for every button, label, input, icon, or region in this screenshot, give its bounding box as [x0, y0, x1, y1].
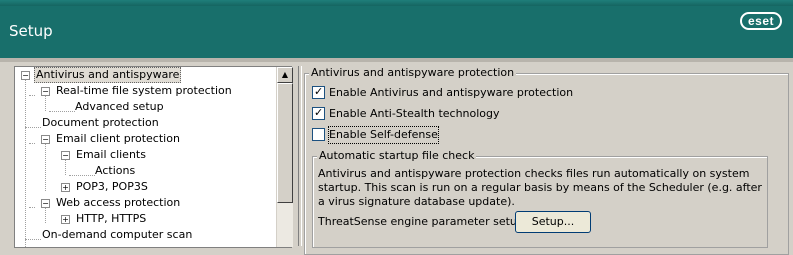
tree-item-label: Document protection	[42, 116, 159, 129]
collapse-icon[interactable]: −	[41, 135, 50, 144]
header-top-strip	[0, 0, 793, 6]
option-label: Enable Self-defense	[328, 126, 439, 144]
eset-logo: eset	[740, 12, 782, 30]
tree-item-actions[interactable]: Actions	[15, 163, 275, 179]
tree-item-label: Web access protection	[56, 196, 181, 209]
tree-item-pop3[interactable]: + POP3, POP3S	[15, 179, 275, 195]
scroll-thumb[interactable]	[277, 83, 293, 203]
tree-item-document-protection[interactable]: Document protection	[15, 115, 275, 131]
tree-item-on-demand-scan[interactable]: On-demand computer scan	[15, 227, 275, 243]
tree-item-email-clients[interactable]: − Email clients	[15, 147, 275, 163]
collapse-icon[interactable]: −	[61, 151, 70, 160]
tree-item-label: On-demand computer scan	[42, 228, 193, 241]
tree-item-web-access-protection[interactable]: − Web access protection	[15, 195, 275, 211]
scroll-up-icon[interactable]: ▲	[277, 67, 293, 83]
threatsense-label: ThreatSense engine parameter setup:	[318, 215, 528, 228]
panel-divider	[298, 66, 302, 246]
page-title: Setup	[9, 22, 53, 40]
startup-description: Antivirus and antispyware protection che…	[318, 167, 762, 208]
tree-item-advanced-setup[interactable]: Advanced setup	[15, 99, 275, 115]
tree-item-label: Real-time file system protection	[56, 84, 232, 97]
expand-icon[interactable]: +	[61, 183, 70, 192]
tree-item-label: Actions	[95, 164, 136, 177]
tree-item-antivirus[interactable]: − Antivirus and antispyware	[15, 67, 275, 83]
expand-icon[interactable]: +	[61, 215, 70, 224]
tree-item-label: Email client protection	[56, 132, 180, 145]
tree-item-label: Advanced setup	[75, 100, 164, 113]
enable-self-defense-checkbox[interactable]	[312, 128, 325, 141]
app-header: Setup eset	[0, 0, 793, 58]
tree-item-label: HTTP, HTTPS	[76, 212, 147, 225]
option-label: Enable Anti-Stealth technology	[329, 107, 500, 120]
tree-item-label: Antivirus and antispyware	[34, 67, 182, 83]
enable-anti-stealth-checkbox[interactable]: ✓	[312, 106, 325, 120]
option-label: Enable Antivirus and antispyware protect…	[329, 86, 574, 99]
header-divider	[0, 58, 793, 62]
group-title: Automatic startup file check	[317, 149, 477, 162]
tree-item-realtime-protection[interactable]: − Real-time file system protection	[15, 83, 275, 99]
tree-item-http[interactable]: + HTTP, HTTPS	[15, 211, 275, 227]
settings-tree[interactable]: − Antivirus and antispyware − Real-time …	[14, 66, 293, 248]
tree-item-label: POP3, POP3S	[76, 180, 148, 193]
collapse-icon[interactable]: −	[21, 71, 30, 80]
collapse-icon[interactable]: −	[41, 199, 50, 208]
enable-antivirus-checkbox[interactable]: ✓	[312, 85, 325, 99]
tree-item-email-client-protection[interactable]: − Email client protection	[15, 131, 275, 147]
tree-item-label: Email clients	[76, 148, 146, 161]
group-title: Antivirus and antispyware protection	[309, 66, 517, 79]
setup-button[interactable]: Setup...	[515, 211, 591, 233]
tree-scrollbar[interactable]: ▲	[276, 67, 293, 247]
collapse-icon[interactable]: −	[41, 87, 50, 96]
